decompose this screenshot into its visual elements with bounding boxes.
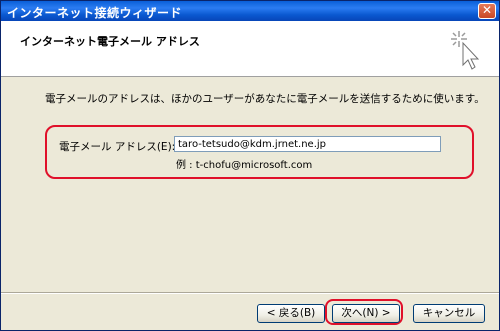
page-title: インターネット電子メール アドレス	[20, 35, 200, 48]
footer-divider	[1, 292, 499, 294]
next-button[interactable]: 次へ(N) >	[332, 304, 400, 323]
email-example: 例 : t-chofu@microsoft.com	[176, 160, 313, 171]
close-button[interactable]: ✕	[478, 3, 496, 19]
email-field[interactable]	[174, 136, 441, 152]
close-icon: ✕	[481, 3, 493, 17]
cancel-button[interactable]: キャンセル	[413, 304, 485, 323]
back-button[interactable]: < 戻る(B)	[257, 304, 325, 323]
title-bar[interactable]: インターネット接続ウィザード ✕	[1, 1, 499, 21]
description-text: 電子メールのアドレスは、ほかのユーザーがあなたに電子メールを送信するために使いま…	[45, 93, 485, 105]
email-label: 電子メール アドレス(E):	[59, 141, 176, 153]
window-title: インターネット接続ウィザード	[7, 6, 183, 20]
wizard-cursor-icon	[451, 31, 480, 70]
wizard-window: インターネット接続ウィザード ✕ インターネット電子メール アドレス 電子メール…	[0, 0, 500, 331]
wizard-header: インターネット電子メール アドレス	[1, 21, 499, 77]
